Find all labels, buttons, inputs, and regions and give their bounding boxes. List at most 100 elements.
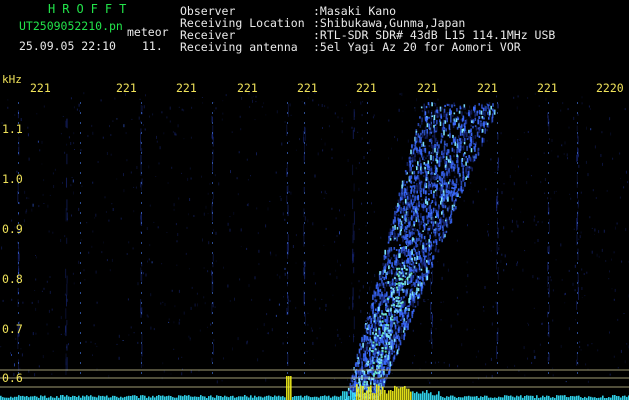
unit-label: kHz xyxy=(2,73,22,86)
noise-speck xyxy=(351,368,353,370)
tick-mark xyxy=(141,212,142,214)
noise-speck xyxy=(31,208,33,212)
noise-speck xyxy=(39,149,41,152)
noise-speck xyxy=(466,291,468,294)
meteor-speck xyxy=(423,189,425,194)
noise-speck xyxy=(139,98,141,100)
meteor-speck xyxy=(415,279,418,284)
noise-speck xyxy=(487,233,489,237)
tick-mark xyxy=(287,232,288,234)
tick-mark xyxy=(497,252,498,254)
meteor-speck xyxy=(447,134,450,137)
noise-speck xyxy=(390,274,392,277)
noise-speck xyxy=(535,223,537,226)
meteor-speck xyxy=(377,338,380,341)
meteor-speck xyxy=(432,149,434,155)
noise-streak xyxy=(66,319,68,326)
meteor-speck xyxy=(470,137,472,142)
spectrogram-plot[interactable]: kHz221 221 221 221 221 221 221 221 221 22201.11.0… xyxy=(0,62,629,400)
meteor-speck xyxy=(464,182,466,187)
spectrum-bar xyxy=(148,396,150,400)
noise-speck xyxy=(594,233,595,235)
noise-speck xyxy=(337,334,339,337)
time-tick-label: 221 xyxy=(176,81,197,95)
meteor-core-speck xyxy=(384,347,387,349)
meteor-core-speck xyxy=(399,309,402,312)
tick-mark xyxy=(80,152,81,154)
meteor-speck xyxy=(451,147,454,152)
noise-speck xyxy=(189,339,191,341)
spectrum-bar xyxy=(414,393,416,400)
meteor-speck xyxy=(471,167,473,172)
tick-mark xyxy=(577,162,578,164)
meteor-speck xyxy=(418,233,421,238)
spectrum-bar xyxy=(178,395,180,400)
noise-speck xyxy=(181,372,183,376)
spectrum-bar xyxy=(320,396,322,400)
tick-mark xyxy=(497,182,498,184)
tick-mark xyxy=(18,162,19,164)
noise-speck xyxy=(80,149,82,152)
meteor-speck xyxy=(456,190,459,196)
meteor-speck xyxy=(408,308,410,312)
noise-speck xyxy=(617,367,619,369)
meteor-speck xyxy=(412,238,415,240)
meteor-speck xyxy=(478,109,481,115)
meteor-speck xyxy=(451,168,453,172)
tick-mark xyxy=(431,202,432,204)
meteor-speck xyxy=(452,119,455,122)
meteor-speck xyxy=(433,135,436,139)
meteor-speck xyxy=(406,181,408,184)
meteor-speck xyxy=(437,149,440,154)
freq-tick-label: 0.8 xyxy=(2,272,23,286)
meteor-speck xyxy=(383,380,386,383)
noise-streak xyxy=(287,354,289,366)
noise-streak xyxy=(65,268,67,279)
meteor-speck xyxy=(407,248,410,252)
noise-speck xyxy=(485,375,487,378)
tick-mark xyxy=(80,352,81,354)
meteor-speck xyxy=(423,162,426,165)
tick-mark xyxy=(431,222,432,224)
noise-streak xyxy=(212,149,214,161)
noise-speck xyxy=(58,326,60,328)
noise-speck xyxy=(250,175,251,177)
spectrum-bar xyxy=(602,395,604,400)
meteor-speck xyxy=(416,252,419,256)
noise-speck xyxy=(201,97,203,98)
tick-mark xyxy=(80,112,81,114)
noise-speck xyxy=(256,207,258,210)
tick-mark xyxy=(577,352,578,354)
spectrum-bar xyxy=(528,395,530,400)
tick-mark xyxy=(431,102,432,104)
noise-speck xyxy=(368,312,370,316)
spectrum-bar xyxy=(512,396,514,400)
noise-speck xyxy=(374,375,376,377)
noise-speck xyxy=(609,373,611,376)
meteor-speck xyxy=(395,331,397,335)
meteor-speck xyxy=(483,138,485,143)
meteor-speck xyxy=(400,296,403,301)
spectrum-bar xyxy=(190,396,192,400)
spectrum-bar xyxy=(570,396,572,400)
noise-speck xyxy=(237,193,239,196)
noise-speck xyxy=(133,332,135,334)
spectrum-bar xyxy=(446,396,448,400)
meteor-speck xyxy=(420,268,423,271)
noise-speck xyxy=(624,360,626,364)
tick-mark xyxy=(141,312,142,314)
tick-mark xyxy=(548,182,549,184)
noise-speck xyxy=(7,99,9,101)
tick-mark xyxy=(367,202,368,204)
spectrum-bar xyxy=(250,395,252,400)
meteor-speck xyxy=(407,319,410,325)
spectrum-bar xyxy=(276,396,278,400)
noise-speck xyxy=(185,252,187,255)
meteor-speck xyxy=(427,110,430,114)
noise-streak xyxy=(287,204,289,217)
noise-speck xyxy=(169,106,171,110)
tick-mark xyxy=(367,302,368,304)
spectrum-bar xyxy=(348,395,350,400)
tick-mark xyxy=(287,202,288,204)
meteor-speck xyxy=(399,198,402,201)
